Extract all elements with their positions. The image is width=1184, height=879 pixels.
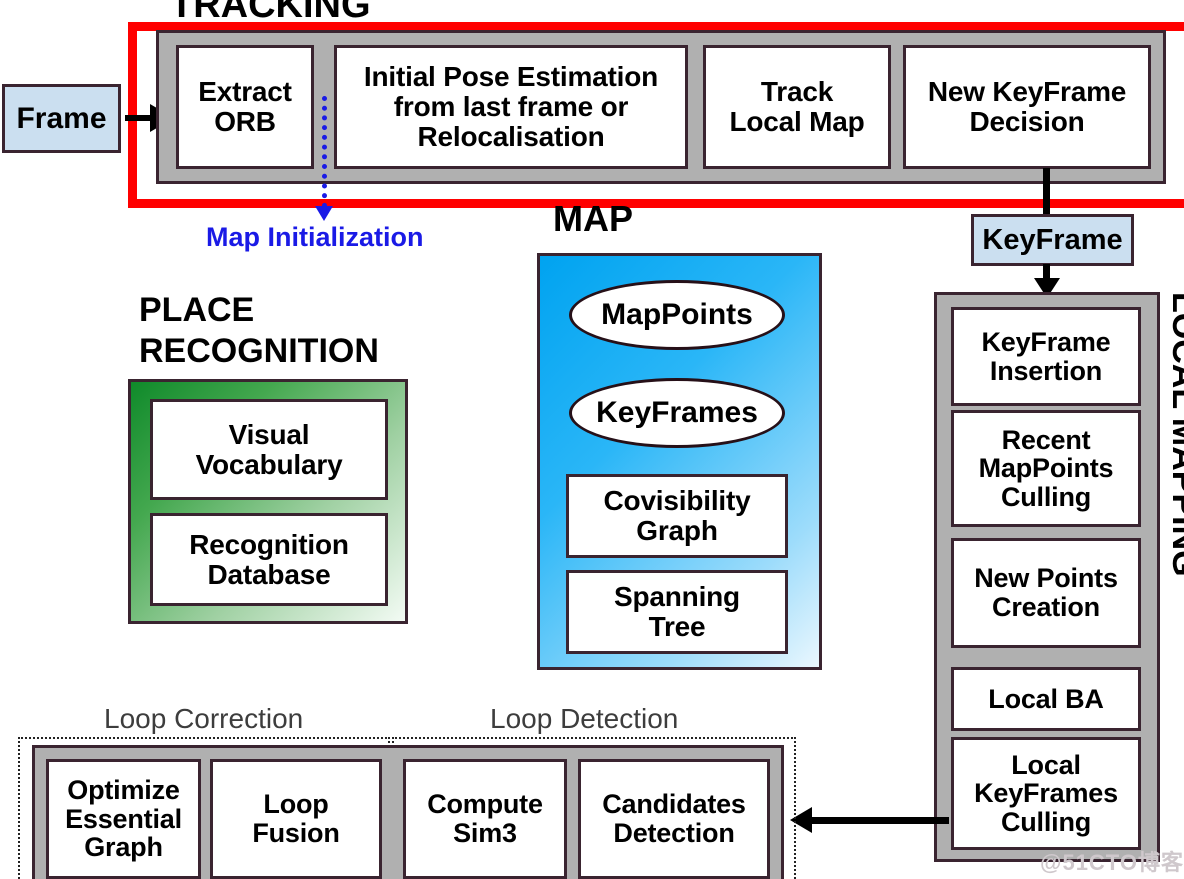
- local-mapping-title: LOCAL MAPPING: [1165, 292, 1184, 577]
- local-ba-line1: Local BA: [988, 683, 1104, 714]
- kf-insertion-line2: Insertion: [989, 355, 1103, 386]
- tracking-to-keyframe-arrow-line: [1043, 168, 1050, 216]
- kf-insertion-line1: KeyFrame: [981, 326, 1111, 357]
- extract-orb-line1: Extract: [198, 76, 292, 108]
- loop-detection-caption: Loop Detection: [490, 703, 679, 734]
- recognition-database-line1: Recognition: [189, 528, 349, 560]
- new-points-creation-line1: New Points: [974, 563, 1118, 594]
- candidates-detection-line2: Detection: [613, 818, 735, 848]
- local-kf-culling-line3: Culling: [1000, 806, 1092, 837]
- initial-pose-line3: Relocalisation: [417, 120, 605, 152]
- spanning-tree-line2: Tree: [648, 611, 706, 642]
- local-mapping-step-keyframe-insertion[interactable]: KeyFrame Insertion: [951, 307, 1141, 406]
- loop-step-loop-fusion[interactable]: Loop Fusion: [210, 759, 382, 879]
- frame-box[interactable]: Frame: [2, 84, 121, 153]
- map-box-covisibility-graph[interactable]: Covisibility Graph: [566, 474, 788, 558]
- tracking-step-track-local-map[interactable]: Track Local Map: [703, 45, 891, 169]
- keyframe-box[interactable]: KeyFrame: [971, 214, 1134, 266]
- extract-orb-line2: ORB: [214, 106, 276, 137]
- local-kf-culling-line2: KeyFrames: [974, 778, 1118, 809]
- recognition-database-line2: Database: [207, 558, 331, 590]
- candidates-detection-line1: Candidates: [602, 789, 746, 820]
- visual-vocabulary-line1: Visual: [228, 418, 310, 450]
- map-initialization-arrow-head: [315, 206, 333, 221]
- covisibility-line1: Covisibility: [603, 485, 751, 517]
- optimize-essential-graph-line2: Essential: [65, 803, 182, 834]
- localmapping-to-loopdetection-arrow-line: [812, 817, 949, 824]
- optimize-essential-graph-line3: Graph: [84, 832, 163, 863]
- local-mapping-step-new-points-creation[interactable]: New Points Creation: [951, 538, 1141, 648]
- loop-step-compute-sim3[interactable]: Compute Sim3: [403, 759, 567, 879]
- track-local-map-line2: Local Map: [729, 106, 865, 137]
- spanning-tree-line1: Spanning: [614, 581, 740, 613]
- recent-mp-culling-line1: Recent: [1001, 424, 1091, 455]
- watermark: @51CTO博客: [1040, 850, 1184, 875]
- new-keyframe-decision-line1: New KeyFrame: [927, 76, 1127, 108]
- keyframes-label: KeyFrames: [596, 396, 758, 429]
- initial-pose-line2: from last frame or: [393, 91, 629, 123]
- covisibility-line2: Graph: [636, 515, 718, 546]
- loop-fusion-line1: Loop: [263, 789, 329, 820]
- frame-label: Frame: [16, 101, 107, 135]
- recent-mp-culling-line3: Culling: [1000, 481, 1092, 512]
- map-ellipse-keyframes[interactable]: KeyFrames: [569, 378, 785, 448]
- map-initialization-label: Map Initialization: [206, 222, 424, 252]
- map-title: MAP: [553, 198, 633, 239]
- local-kf-culling-line1: Local: [1011, 749, 1081, 780]
- local-mapping-step-recent-mappoints-culling[interactable]: Recent MapPoints Culling: [951, 410, 1141, 527]
- map-initialization-dotted-line: [322, 96, 327, 208]
- compute-sim3-line1: Compute: [427, 789, 543, 820]
- track-local-map-line1: Track: [760, 76, 834, 108]
- new-points-creation-line2: Creation: [992, 592, 1100, 622]
- loop-correction-caption: Loop Correction: [104, 703, 304, 734]
- loop-fusion-line2: Fusion: [252, 818, 340, 848]
- recent-mp-culling-line2: MapPoints: [978, 453, 1114, 484]
- diagram-canvas: TRACKING Frame Extract ORB Initial Pose …: [0, 0, 1184, 879]
- place-recognition-title-line1: PLACE: [139, 291, 255, 329]
- place-recognition-visual-vocabulary[interactable]: Visual Vocabulary: [150, 399, 388, 500]
- local-mapping-step-local-keyframes-culling[interactable]: Local KeyFrames Culling: [951, 737, 1141, 850]
- loop-step-optimize-essential-graph[interactable]: Optimize Essential Graph: [46, 759, 201, 879]
- optimize-essential-graph-line1: Optimize: [67, 775, 180, 806]
- loop-step-candidates-detection[interactable]: Candidates Detection: [578, 759, 770, 879]
- tracking-step-new-keyframe-decision[interactable]: New KeyFrame Decision: [903, 45, 1151, 169]
- tracking-step-extract-orb[interactable]: Extract ORB: [176, 45, 314, 169]
- map-box-spanning-tree[interactable]: Spanning Tree: [566, 570, 788, 654]
- tracking-step-initial-pose[interactable]: Initial Pose Estimation from last frame …: [334, 45, 688, 169]
- map-ellipse-mappoints[interactable]: MapPoints: [569, 280, 785, 350]
- place-recognition-title-line2: RECOGNITION: [139, 332, 379, 370]
- local-mapping-step-local-ba[interactable]: Local BA: [951, 667, 1141, 731]
- compute-sim3-line2: Sim3: [453, 818, 517, 848]
- visual-vocabulary-line2: Vocabulary: [195, 448, 343, 480]
- keyframe-label: KeyFrame: [982, 223, 1123, 256]
- initial-pose-line1: Initial Pose Estimation: [363, 61, 659, 93]
- new-keyframe-decision-line2: Decision: [969, 106, 1085, 137]
- mappoints-label: MapPoints: [601, 298, 753, 331]
- place-recognition-recognition-database[interactable]: Recognition Database: [150, 513, 388, 606]
